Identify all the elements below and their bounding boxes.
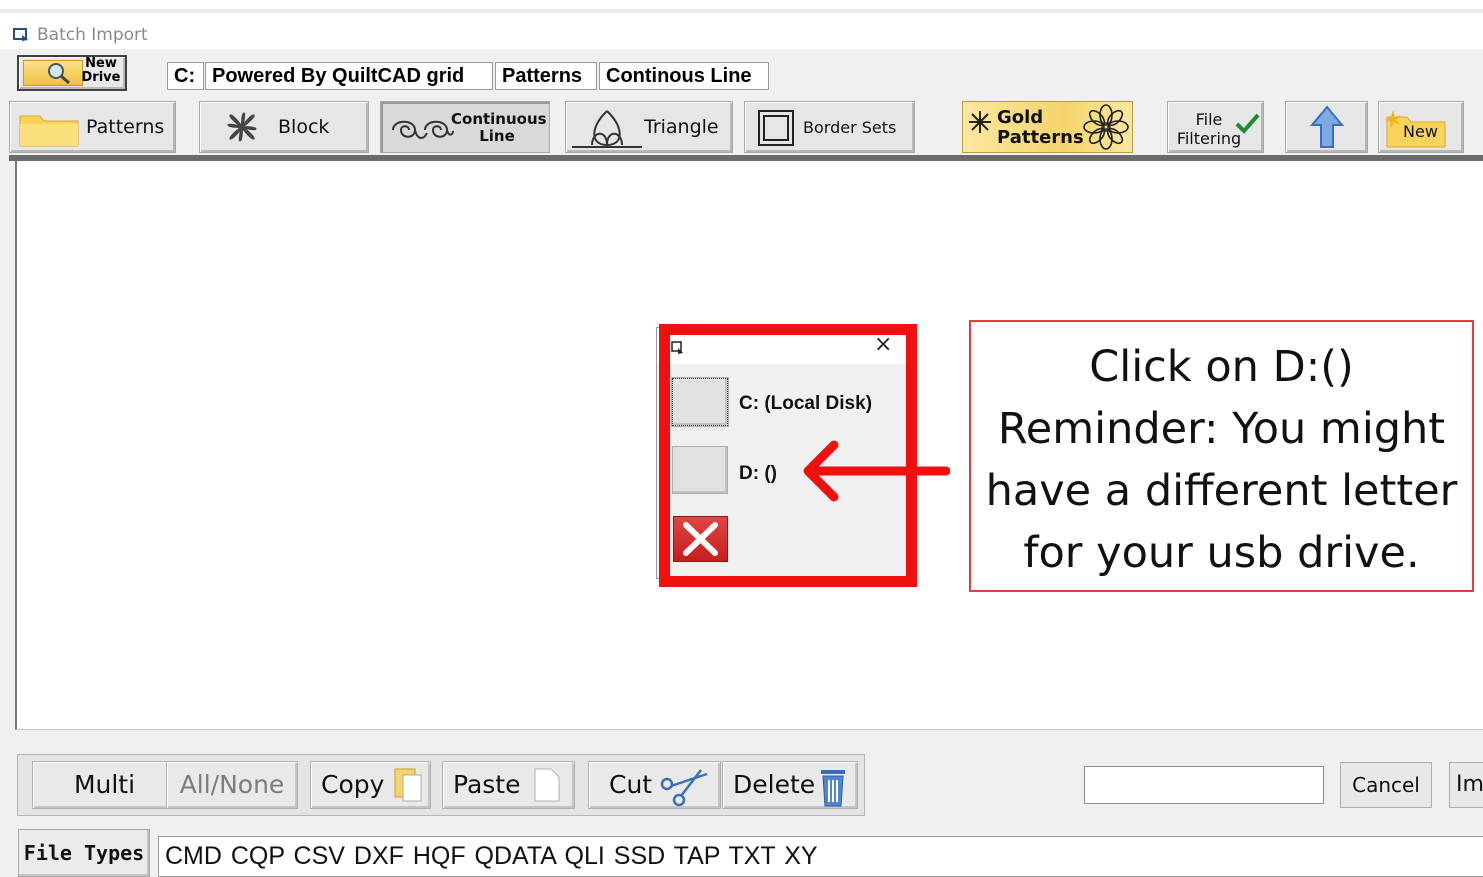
- cut-label: Cut: [609, 770, 653, 799]
- all-none-button[interactable]: All/None: [166, 761, 298, 809]
- file-types-button[interactable]: File Types: [18, 829, 150, 877]
- border-sets-label: Border Sets: [803, 118, 897, 137]
- scissors-icon: [660, 769, 708, 807]
- path-drive[interactable]: C:: [167, 62, 204, 90]
- new-drive-label: New Drive: [81, 56, 121, 85]
- continuous-line-button[interactable]: Continuous Line: [380, 101, 550, 153]
- triangle-label: Triangle: [644, 116, 719, 138]
- pointer-arrow: [803, 440, 950, 502]
- trash-icon: [821, 770, 845, 807]
- title-bar: Batch Import: [0, 13, 1483, 49]
- magnifier-icon: [48, 63, 70, 85]
- drive-graphic: [23, 60, 83, 86]
- up-folder-button[interactable]: [1285, 101, 1368, 153]
- callout-line-2: Reminder: You might: [997, 404, 1446, 454]
- continuous-line-label: Continuous Line: [451, 110, 547, 145]
- top-strip: [0, 0, 1483, 13]
- delete-label: Delete: [733, 770, 816, 799]
- paste-button[interactable]: Paste: [442, 761, 575, 809]
- new-button[interactable]: New: [1378, 101, 1464, 153]
- callout-line-3: have a different letter: [985, 466, 1458, 516]
- border-frame-icon: [758, 110, 794, 146]
- spiral-icon: [392, 120, 454, 139]
- filename-input[interactable]: [1084, 766, 1324, 804]
- patterns-button[interactable]: Patterns: [9, 101, 176, 153]
- block-button[interactable]: Block: [199, 101, 369, 153]
- border-sets-button[interactable]: Border Sets: [744, 101, 915, 153]
- block-pattern-icon: [227, 112, 257, 142]
- file-filtering-button[interactable]: File Filtering: [1167, 101, 1264, 153]
- instruction-callout: Click on D:() Reminder: You might have a…: [969, 320, 1474, 592]
- copy-icon: [394, 768, 422, 802]
- new-label: New: [1403, 122, 1438, 141]
- paste-label: Paste: [453, 770, 521, 799]
- file-types-field: CMD CQP CSV DXF HQF QDATA QLI SSD TAP TX…: [158, 836, 1483, 877]
- gold-patterns-button[interactable]: Gold Patterns: [962, 101, 1133, 153]
- import-button[interactable]: Import: [1449, 762, 1483, 808]
- gold-patterns-label: Gold Patterns: [997, 107, 1084, 148]
- copy-label: Copy: [321, 770, 385, 799]
- edit-button-group: Multi All/None Copy Paste Cut Delete: [17, 754, 865, 816]
- callout-line-4: for your usb drive.: [1023, 528, 1420, 578]
- flower-icon: [1083, 104, 1129, 150]
- path-folder-patterns[interactable]: Patterns: [495, 62, 597, 90]
- copy-button[interactable]: Copy: [310, 761, 431, 809]
- path-folder-root[interactable]: Powered By QuiltCAD grid: [205, 62, 493, 90]
- delete-button[interactable]: Delete: [722, 761, 858, 809]
- paste-icon: [534, 768, 560, 802]
- multi-button[interactable]: Multi: [32, 761, 177, 809]
- block-label: Block: [278, 116, 330, 138]
- window-title: Batch Import: [37, 25, 148, 45]
- triangle-pattern-icon: [572, 110, 642, 148]
- multi-label: Multi: [73, 770, 136, 799]
- triangle-button[interactable]: Triangle: [565, 101, 733, 153]
- new-drive-button[interactable]: New Drive: [17, 55, 127, 91]
- window-icon: [12, 26, 30, 44]
- path-folder-continuous-line[interactable]: Continous Line: [599, 62, 769, 90]
- up-arrow-icon: [1310, 105, 1344, 148]
- patterns-label: Patterns: [86, 116, 165, 138]
- sparkle-icon: [969, 111, 991, 133]
- folder-icon: [19, 115, 79, 147]
- checkmark-icon: [1235, 113, 1260, 134]
- cut-button[interactable]: Cut: [588, 761, 721, 809]
- cancel-button[interactable]: Cancel: [1340, 762, 1432, 808]
- callout-line-1: Click on D:(): [1089, 342, 1354, 392]
- all-none-label: All/None: [179, 770, 285, 799]
